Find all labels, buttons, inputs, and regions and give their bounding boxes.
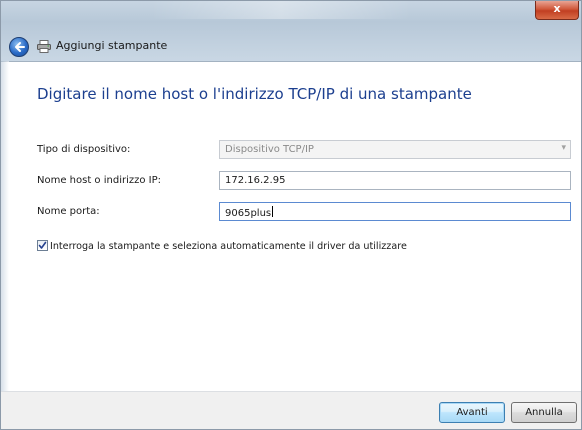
next-button[interactable]: Avanti <box>439 402 505 423</box>
cancel-button[interactable]: Annulla <box>511 402 577 423</box>
device-type-dropdown[interactable]: Dispositivo TCP/IP ▾ <box>219 140 571 159</box>
port-name-input[interactable]: 9065plus <box>219 202 571 221</box>
title-bar: x Aggiungi stampante <box>1 1 581 62</box>
close-button[interactable]: x <box>535 1 579 20</box>
hostname-value: 172.16.2.95 <box>225 175 286 186</box>
hostname-input[interactable]: 172.16.2.95 <box>219 171 571 190</box>
chevron-down-icon: ▾ <box>561 143 566 153</box>
hostname-label: Nome host o indirizzo IP: <box>37 175 162 186</box>
back-button[interactable] <box>9 37 29 57</box>
window-title: Aggiungi stampante <box>56 39 168 52</box>
dialog-footer: Avanti Annulla <box>1 391 581 429</box>
printer-icon <box>37 40 51 53</box>
title-bar-shine <box>151 1 411 19</box>
port-name-value: 9065plus <box>225 208 272 219</box>
auto-driver-label: Interroga la stampante e seleziona autom… <box>50 241 407 252</box>
window-left-edge <box>1 61 9 391</box>
check-icon <box>38 241 47 249</box>
device-type-label: Tipo di dispositivo: <box>37 144 131 155</box>
device-type-value: Dispositivo TCP/IP <box>225 144 314 155</box>
add-printer-window: x Aggiungi stampante Digitare il nome ho… <box>0 0 582 430</box>
port-name-label: Nome porta: <box>37 206 100 217</box>
auto-driver-option[interactable]: Interroga la stampante e seleziona autom… <box>37 234 407 252</box>
auto-driver-checkbox[interactable] <box>37 240 48 251</box>
back-arrow-icon <box>15 42 25 52</box>
text-caret <box>272 206 274 217</box>
page-heading: Digitare il nome host o l'indirizzo TCP/… <box>37 85 472 103</box>
